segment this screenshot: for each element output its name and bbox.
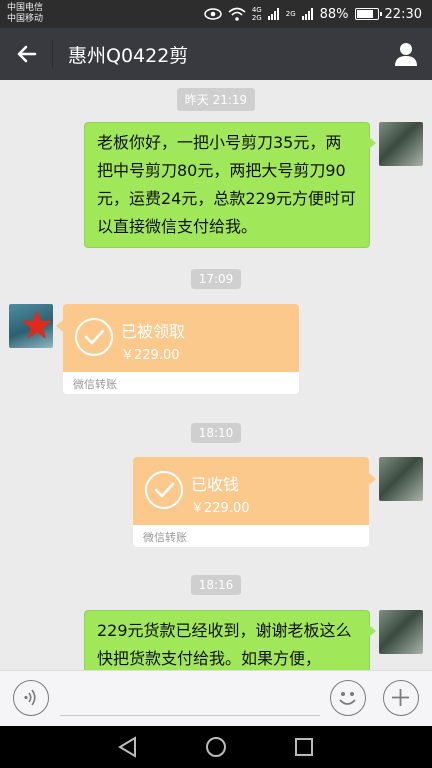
- carrier-2: 中国移动: [7, 14, 44, 24]
- eye-icon: [204, 8, 222, 20]
- person-icon[interactable]: [392, 40, 420, 68]
- voice-icon[interactable]: [13, 680, 49, 716]
- timestamp-text: 18:16: [190, 575, 242, 595]
- transfer-label: 微信转账: [133, 525, 369, 547]
- timestamp-3: 18:10: [0, 422, 432, 443]
- battery-percent: 88%: [319, 6, 349, 22]
- message-bubble-2[interactable]: 229元货款已经收到，谢谢老板这么快把货款支付给我。如果方便，: [84, 610, 376, 670]
- message-text-2: 229元货款已经收到，谢谢老板这么快把货款支付给我。如果方便，: [97, 621, 352, 668]
- carrier-names: 中国电信 中国移动: [7, 3, 43, 25]
- net-4g-label: 4G: [251, 6, 262, 14]
- timestamp-text: 17:09: [190, 269, 242, 289]
- battery-level: [356, 10, 374, 18]
- transfer-label: 微信转账: [63, 372, 299, 394]
- network-type-1: 4G 2G: [252, 6, 262, 22]
- timestamp-1: 昨天 21:19: [0, 88, 432, 111]
- red-star-icon: [22, 310, 52, 339]
- net-2g-label: 2G: [251, 14, 262, 22]
- timestamp-text: 18:10: [190, 423, 242, 443]
- network-type-2: 2G: [285, 10, 296, 18]
- transfer-card-collected[interactable]: 已收钱 ￥229.00 微信转账: [133, 457, 376, 547]
- transfer-card-top: 已收钱 ￥229.00: [133, 457, 376, 525]
- chat-title: 惠州Q0422剪: [68, 45, 189, 67]
- status-bar: 中国电信 中国移动 4G 2G 2G 88% 22:30: [0, 0, 432, 28]
- battery-icon: [354, 8, 382, 20]
- timestamp-text: 昨天 21:19: [176, 88, 256, 111]
- transfer-card-top: 已被领取 ￥229.00: [56, 304, 299, 372]
- message-text-1: 老板你好，一把小号剪刀35元，两把中号剪刀80元，两把大号剪刀90元，运费24元…: [97, 133, 356, 236]
- transfer-status: 已被领取: [121, 322, 186, 341]
- chat-area[interactable]: 昨天 21:19 老板你好，一把小号剪刀35元，两把中号剪刀80元，两把大号剪刀…: [0, 80, 432, 670]
- carrier-1: 中国电信: [7, 3, 44, 13]
- timestamp-2: 17:09: [0, 268, 432, 289]
- timestamp-4: 18:16: [0, 574, 432, 595]
- arrow-left-icon[interactable]: [10, 38, 42, 70]
- system-nav-bar: [0, 726, 432, 768]
- plus-icon[interactable]: [383, 680, 419, 716]
- check-circle-icon: [145, 471, 183, 509]
- signal-icon-2: [301, 8, 313, 20]
- my-avatar[interactable]: [379, 610, 423, 654]
- transfer-status: 已收钱: [191, 475, 240, 494]
- contact-avatar[interactable]: [9, 304, 53, 348]
- my-avatar[interactable]: [379, 457, 423, 501]
- wifi-icon: [228, 7, 246, 21]
- status-icons: 4G 2G 2G 88% 22:30: [204, 0, 422, 28]
- transfer-card-received[interactable]: 已被领取 ￥229.00 微信转账: [56, 304, 299, 394]
- my-avatar[interactable]: [379, 122, 423, 166]
- nav-recents-icon[interactable]: [291, 734, 317, 760]
- message-bubble-1[interactable]: 老板你好，一把小号剪刀35元，两把中号剪刀80元，两把大号剪刀90元，运费24元…: [84, 122, 376, 248]
- nav-home-icon[interactable]: [203, 734, 229, 760]
- input-bar: [0, 670, 432, 726]
- signal-icon: [267, 8, 279, 20]
- nav-back-icon[interactable]: [115, 734, 141, 760]
- transfer-amount: ￥229.00: [191, 501, 250, 516]
- emoji-icon[interactable]: [330, 680, 366, 716]
- clock: 22:30: [384, 6, 422, 22]
- transfer-amount: ￥229.00: [121, 348, 180, 363]
- title-divider: [52, 40, 53, 68]
- title-bar: 惠州Q0422剪: [0, 28, 432, 80]
- message-input[interactable]: [60, 715, 320, 716]
- check-circle-icon: [75, 318, 113, 356]
